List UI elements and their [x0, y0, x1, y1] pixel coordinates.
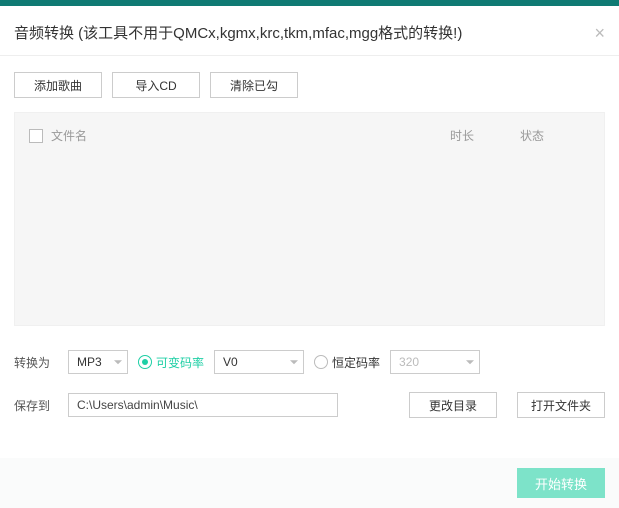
col-status: 状态	[520, 127, 590, 144]
col-filename: 文件名	[51, 127, 450, 144]
close-icon[interactable]: ×	[594, 24, 605, 42]
change-dir-button[interactable]: 更改目录	[409, 392, 497, 418]
import-cd-button[interactable]: 导入CD	[112, 72, 200, 98]
radio-cbr[interactable]: 恒定码率	[314, 354, 380, 371]
select-all-checkbox[interactable]	[29, 129, 43, 143]
format-value: MP3	[77, 355, 102, 369]
toolbar: 添加歌曲 导入CD 清除已勾	[0, 56, 619, 112]
radio-vbr-label: 可变码率	[156, 354, 204, 371]
save-path-input[interactable]	[68, 393, 338, 417]
cbr-select[interactable]: 320	[390, 350, 480, 374]
footer: 开始转换	[0, 458, 619, 508]
format-select[interactable]: MP3	[68, 350, 128, 374]
chevron-down-icon	[290, 360, 298, 364]
open-folder-button[interactable]: 打开文件夹	[517, 392, 605, 418]
vbr-select[interactable]: V0	[214, 350, 304, 374]
cbr-value: 320	[399, 355, 419, 369]
radio-dot-icon	[138, 355, 152, 369]
chevron-down-icon	[466, 360, 474, 364]
col-duration: 时长	[450, 127, 520, 144]
vbr-value: V0	[223, 355, 238, 369]
song-list-area: 文件名 时长 状态	[14, 112, 605, 326]
radio-dot-icon	[314, 355, 328, 369]
chevron-down-icon	[114, 360, 122, 364]
radio-cbr-label: 恒定码率	[332, 354, 380, 371]
save-label: 保存到	[14, 397, 58, 414]
list-header: 文件名 时长 状态	[15, 113, 604, 144]
start-convert-button[interactable]: 开始转换	[517, 468, 605, 498]
convert-row: 转换为 MP3 可变码率 V0 恒定码率 320	[0, 350, 619, 374]
save-row: 保存到 更改目录 打开文件夹	[0, 392, 619, 418]
radio-vbr[interactable]: 可变码率	[138, 354, 204, 371]
dialog-title: 音频转换 (该工具不用于QMCx,kgmx,krc,tkm,mfac,mgg格式…	[14, 22, 605, 43]
dialog-header: 音频转换 (该工具不用于QMCx,kgmx,krc,tkm,mfac,mgg格式…	[0, 6, 619, 56]
add-songs-button[interactable]: 添加歌曲	[14, 72, 102, 98]
convert-label: 转换为	[14, 354, 58, 371]
clear-checked-button[interactable]: 清除已勾	[210, 72, 298, 98]
